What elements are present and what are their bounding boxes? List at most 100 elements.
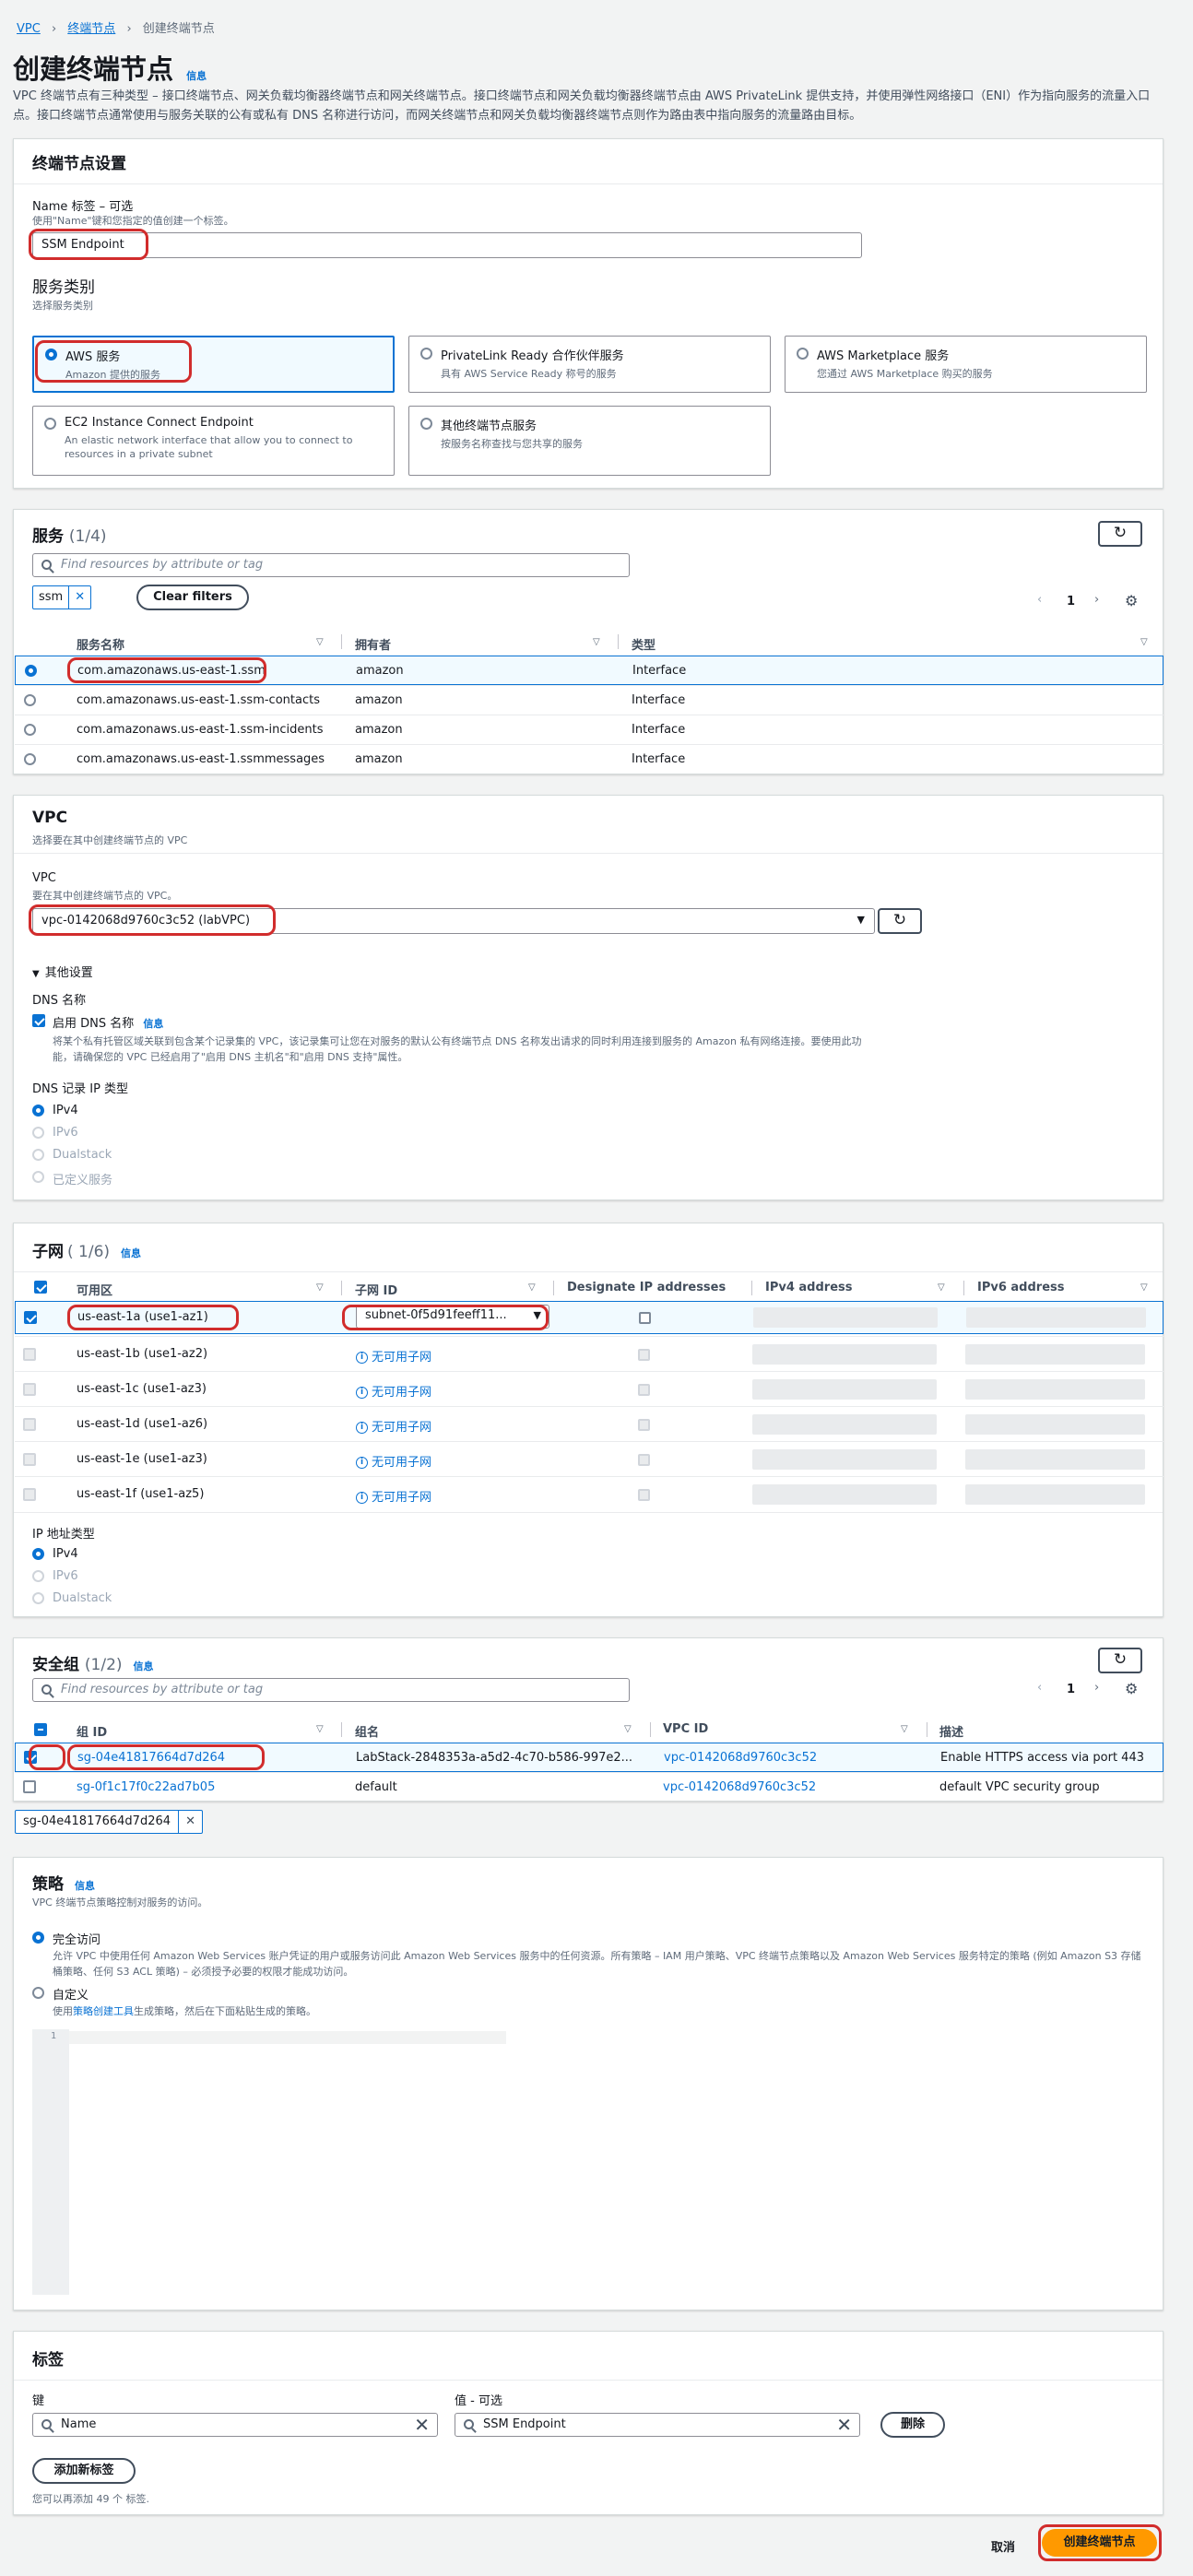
caret-down-icon: ▼ bbox=[856, 914, 865, 926]
row-checkbox bbox=[23, 1348, 36, 1361]
clear-icon[interactable]: ✕ bbox=[414, 2416, 430, 2434]
tag-key-input[interactable]: Name ✕ bbox=[32, 2413, 438, 2437]
row-checkbox[interactable] bbox=[23, 1780, 36, 1793]
col-vpc-id[interactable]: VPC ID bbox=[663, 1722, 708, 1736]
sort-icon[interactable]: ▽ bbox=[593, 637, 600, 647]
col-az[interactable]: 可用区 bbox=[77, 1281, 112, 1298]
sg-token: sg-04e41817664d7d264 ✕ bbox=[15, 1810, 204, 1834]
sg-id-link[interactable]: sg-0f1c17f0c22ad7b05 bbox=[77, 1780, 215, 1794]
col-designate-ip[interactable]: Designate IP addresses bbox=[567, 1281, 726, 1294]
col-ipv4[interactable]: IPv4 address bbox=[765, 1281, 853, 1294]
no-subnet-link[interactable]: i 无可用子网 bbox=[356, 1452, 431, 1470]
clear-filters-button[interactable]: Clear filters bbox=[136, 585, 249, 610]
col-ipv6[interactable]: IPv6 address bbox=[977, 1281, 1065, 1294]
policy-editor[interactable]: 1 bbox=[32, 2029, 1146, 2295]
no-subnet-link[interactable]: i 无可用子网 bbox=[356, 1382, 431, 1400]
sort-icon[interactable]: ▽ bbox=[1140, 1282, 1148, 1293]
refresh-button[interactable]: ↻ bbox=[1098, 1648, 1142, 1673]
sg-row[interactable]: sg-0f1c17f0c22ad7b05 default vpc-0142068… bbox=[15, 1772, 1163, 1802]
table-row[interactable]: com.amazonaws.us-east-1.ssmmessages amaz… bbox=[15, 744, 1163, 774]
tile-marketplace[interactable]: AWS Marketplace 服务 您通过 AWS Marketplace 购… bbox=[785, 336, 1147, 393]
subnet-row[interactable]: us-east-1d (use1-az6) i 无可用子网 bbox=[15, 1406, 1163, 1441]
sort-icon[interactable]: ▽ bbox=[901, 1724, 908, 1734]
col-owner[interactable]: 拥有者 bbox=[355, 635, 391, 653]
info-link[interactable]: 信息 bbox=[186, 70, 207, 82]
subnet-row[interactable]: us-east-1e (use1-az3) i 无可用子网 bbox=[15, 1441, 1163, 1476]
subnet-row[interactable]: us-east-1f (use1-az5) i 无可用子网 bbox=[15, 1476, 1163, 1511]
services-search-input[interactable]: Find resources by attribute or tag bbox=[32, 553, 630, 577]
row-radio[interactable] bbox=[24, 753, 36, 765]
prev-page-icon[interactable]: ‹ bbox=[1037, 1681, 1042, 1695]
tile-privatelink-partner[interactable]: PrivateLink Ready 合作伙伴服务 具有 AWS Service … bbox=[408, 336, 771, 393]
row-checkbox[interactable] bbox=[24, 1311, 37, 1324]
close-icon[interactable]: ✕ bbox=[178, 1811, 202, 1833]
no-subnet-link[interactable]: i 无可用子网 bbox=[356, 1347, 431, 1365]
cancel-button[interactable]: 取消 bbox=[991, 2537, 1015, 2555]
table-row[interactable]: com.amazonaws.us-east-1.ssm-incidents am… bbox=[15, 715, 1163, 744]
next-page-icon[interactable]: › bbox=[1094, 593, 1099, 607]
sort-icon[interactable]: ▽ bbox=[316, 637, 324, 647]
col-group-id[interactable]: 组 ID bbox=[77, 1722, 107, 1740]
col-subnet-id[interactable]: 子网 ID bbox=[355, 1281, 397, 1298]
row-radio[interactable] bbox=[24, 724, 36, 736]
breadcrumb: VPC › 终端节点 › 创建终端节点 bbox=[17, 18, 215, 36]
next-page-icon[interactable]: › bbox=[1094, 1681, 1099, 1695]
radio-custom[interactable] bbox=[32, 1987, 44, 1999]
radio-privatelink[interactable] bbox=[420, 348, 432, 360]
sort-icon[interactable]: ▽ bbox=[938, 1282, 945, 1293]
policy-generator-link[interactable]: 策略创建工具 bbox=[73, 2005, 134, 2017]
col-type[interactable]: 类型 bbox=[632, 635, 656, 653]
no-subnet-link[interactable]: i 无可用子网 bbox=[356, 1417, 431, 1435]
subnet-row[interactable]: us-east-1b (use1-az2) i 无可用子网 bbox=[15, 1336, 1163, 1371]
tile-other-endpoint[interactable]: 其他终端节点服务 按服务名称查找与您共享的服务 bbox=[408, 406, 771, 476]
col-description[interactable]: 描述 bbox=[939, 1722, 963, 1740]
refresh-button[interactable]: ↻ bbox=[1098, 521, 1142, 547]
remove-tag-button[interactable]: 删除 bbox=[880, 2412, 945, 2438]
settings-gear-icon[interactable]: ⚙ bbox=[1125, 592, 1138, 609]
col-group-name[interactable]: 组名 bbox=[355, 1722, 379, 1740]
page-number[interactable]: 1 bbox=[1067, 1683, 1075, 1696]
tag-value-input[interactable]: SSM Endpoint ✕ bbox=[455, 2413, 860, 2437]
prev-page-icon[interactable]: ‹ bbox=[1037, 593, 1042, 607]
enable-dns-checkbox[interactable] bbox=[32, 1014, 45, 1027]
radio-other[interactable] bbox=[420, 418, 432, 430]
policy-info-link[interactable]: 信息 bbox=[75, 1880, 95, 1892]
radio-ipv4[interactable] bbox=[32, 1548, 44, 1560]
radio-marketplace[interactable] bbox=[797, 348, 809, 360]
add-tag-button[interactable]: 添加新标签 bbox=[32, 2458, 136, 2484]
page-number[interactable]: 1 bbox=[1067, 595, 1075, 609]
sort-icon[interactable]: ▽ bbox=[316, 1282, 324, 1293]
sort-icon[interactable]: ▽ bbox=[1140, 637, 1148, 647]
name-tag-input[interactable]: SSM Endpoint bbox=[32, 232, 862, 258]
row-radio[interactable] bbox=[25, 665, 37, 677]
subnets-info-link[interactable]: 信息 bbox=[121, 1247, 141, 1259]
dns-info-link[interactable]: 信息 bbox=[143, 1018, 163, 1030]
sg-info-link[interactable]: 信息 bbox=[134, 1660, 154, 1672]
radio-ec2-connect[interactable] bbox=[44, 418, 56, 430]
radio-full-access[interactable] bbox=[32, 1932, 44, 1944]
vpc-refresh-button[interactable]: ↻ bbox=[878, 908, 922, 934]
sort-icon[interactable]: ▽ bbox=[316, 1724, 324, 1734]
ipv6-input bbox=[965, 1449, 1145, 1470]
additional-settings-toggle[interactable]: ▼ 其他设置 bbox=[32, 963, 93, 980]
clear-icon[interactable]: ✕ bbox=[836, 2416, 852, 2434]
select-all-checkbox[interactable] bbox=[34, 1281, 47, 1294]
breadcrumb-vpc[interactable]: VPC bbox=[17, 22, 41, 36]
table-row[interactable]: com.amazonaws.us-east-1.ssm-contacts ama… bbox=[15, 685, 1163, 715]
sort-icon[interactable]: ▽ bbox=[528, 1282, 536, 1293]
close-icon[interactable]: ✕ bbox=[68, 586, 90, 609]
sg-search-input[interactable]: Find resources by attribute or tag bbox=[32, 1678, 630, 1702]
col-service-name[interactable]: 服务名称 bbox=[77, 635, 124, 653]
row-radio[interactable] bbox=[24, 694, 36, 706]
no-subnet-link[interactable]: i 无可用子网 bbox=[356, 1487, 431, 1505]
breadcrumb-endpoints[interactable]: 终端节点 bbox=[67, 22, 115, 36]
tile-ec2-instance-connect[interactable]: EC2 Instance Connect Endpoint An elastic… bbox=[32, 406, 395, 476]
vpc-id-link[interactable]: vpc-0142068d9760c3c52 bbox=[664, 1751, 817, 1765]
subnet-row[interactable]: us-east-1c (use1-az3) i 无可用子网 bbox=[15, 1371, 1163, 1406]
sort-icon[interactable]: ▽ bbox=[624, 1724, 632, 1734]
vpc-id-link[interactable]: vpc-0142068d9760c3c52 bbox=[663, 1780, 816, 1794]
radio-ipv4[interactable] bbox=[32, 1105, 44, 1117]
settings-gear-icon[interactable]: ⚙ bbox=[1125, 1680, 1138, 1697]
designate-ip-checkbox[interactable] bbox=[639, 1312, 651, 1324]
select-all-checkbox[interactable] bbox=[34, 1723, 47, 1736]
